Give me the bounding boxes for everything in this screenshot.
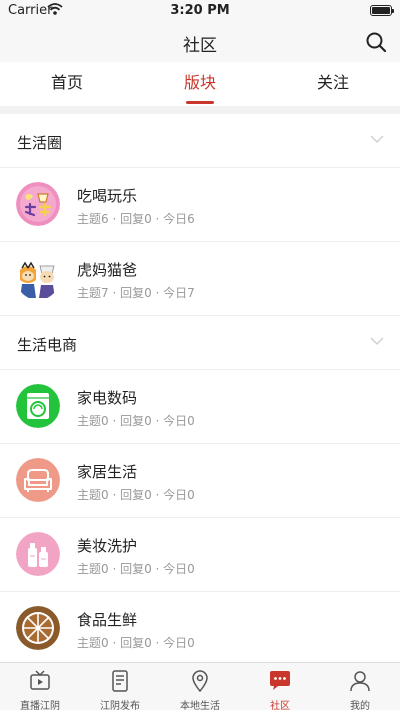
page-title: 社区	[183, 36, 217, 56]
tabbar-item-mine[interactable]: 我的	[320, 663, 400, 710]
forum-stats: 主题0 · 回复0 · 今日0	[77, 562, 195, 576]
tab-label: 版块	[183, 73, 216, 92]
forum-stats: 主题6 · 回复0 · 今日6	[77, 212, 195, 226]
cosmetics-icon	[16, 532, 60, 576]
person-icon	[350, 671, 370, 692]
washing-machine-icon	[16, 384, 60, 428]
chat-bubble-icon	[270, 671, 290, 690]
top-tabs: 首页 版块 关注	[0, 62, 400, 106]
active-tab-indicator	[186, 101, 214, 104]
food-fun-icon	[16, 182, 60, 226]
tab-boards[interactable]: 版块	[133, 62, 267, 106]
forum-stats: 主题0 · 回复0 · 今日0	[77, 488, 195, 502]
section-title: 生活电商	[17, 336, 78, 354]
tabbar-item-local-life[interactable]: 本地生活	[160, 663, 240, 710]
chevron-down-icon[interactable]	[370, 132, 384, 146]
tabbar-label: 直播江阴	[20, 701, 60, 710]
forum-row[interactable]: 虎妈猫爸 主题7 · 回复0 · 今日7	[0, 242, 400, 316]
tab-home[interactable]: 首页	[0, 62, 134, 106]
tabbar-item-live[interactable]: 直播江阴	[0, 663, 80, 710]
tabbar-item-publish[interactable]: 江阴发布	[80, 663, 160, 710]
section-header-life-circle[interactable]: 生活圈	[0, 114, 400, 168]
search-icon[interactable]	[364, 30, 388, 54]
forum-row[interactable]: 吃喝玩乐 主题6 · 回复0 · 今日6	[0, 168, 400, 242]
forum-stats: 主题7 · 回复0 · 今日7	[77, 286, 195, 300]
tab-label: 首页	[50, 73, 83, 92]
forum-row[interactable]: 食品生鲜 主题0 · 回复0 · 今日0	[0, 592, 400, 662]
forum-stats: 主题0 · 回复0 · 今日0	[77, 636, 195, 650]
status-time: 3:20 PM	[170, 3, 230, 18]
forum-name: 家居生活	[77, 463, 138, 481]
tv-icon	[30, 670, 50, 690]
forum-stats: 主题0 · 回复0 · 今日0	[77, 414, 195, 428]
tabbar-item-community[interactable]: 社区	[240, 663, 320, 710]
chevron-down-icon[interactable]	[370, 334, 384, 348]
bottom-tab-bar: 直播江阴 江阴发布 本地生活 社区 我的	[0, 662, 400, 710]
location-pin-icon	[192, 670, 208, 693]
nav-bar: 社区	[0, 22, 400, 62]
orange-slice-icon	[16, 606, 60, 650]
forum-name: 食品生鲜	[77, 611, 138, 629]
forum-name: 家电数码	[77, 389, 138, 407]
document-icon	[112, 670, 128, 692]
forum-name: 美妆洗护	[77, 537, 138, 555]
tab-following[interactable]: 关注	[266, 62, 400, 106]
battery-icon	[370, 5, 394, 16]
forum-list: 生活圈 吃喝玩乐 主题6 · 回复0 · 今日6 虎妈猫爸 主题7 · 回复0 …	[0, 114, 400, 662]
tabbar-label: 本地生活	[180, 701, 220, 710]
tab-label: 关注	[316, 73, 349, 92]
tabbar-label: 社区	[270, 701, 290, 710]
forum-row[interactable]: 家居生活 主题0 · 回复0 · 今日0	[0, 444, 400, 518]
sofa-icon	[16, 458, 60, 502]
parents-icon	[16, 256, 60, 300]
tabbar-label: 江阴发布	[100, 701, 140, 710]
forum-name: 吃喝玩乐	[77, 187, 138, 205]
section-title: 生活圈	[17, 134, 63, 152]
forum-row[interactable]: 美妆洗护 主题0 · 回复0 · 今日0	[0, 518, 400, 592]
forum-name: 虎妈猫爸	[77, 261, 138, 279]
tabbar-label: 我的	[350, 701, 370, 710]
forum-row[interactable]: 家电数码 主题0 · 回复0 · 今日0	[0, 370, 400, 444]
status-bar: Carrier 3:20 PM	[0, 0, 400, 22]
section-header-e-commerce[interactable]: 生活电商	[0, 316, 400, 370]
